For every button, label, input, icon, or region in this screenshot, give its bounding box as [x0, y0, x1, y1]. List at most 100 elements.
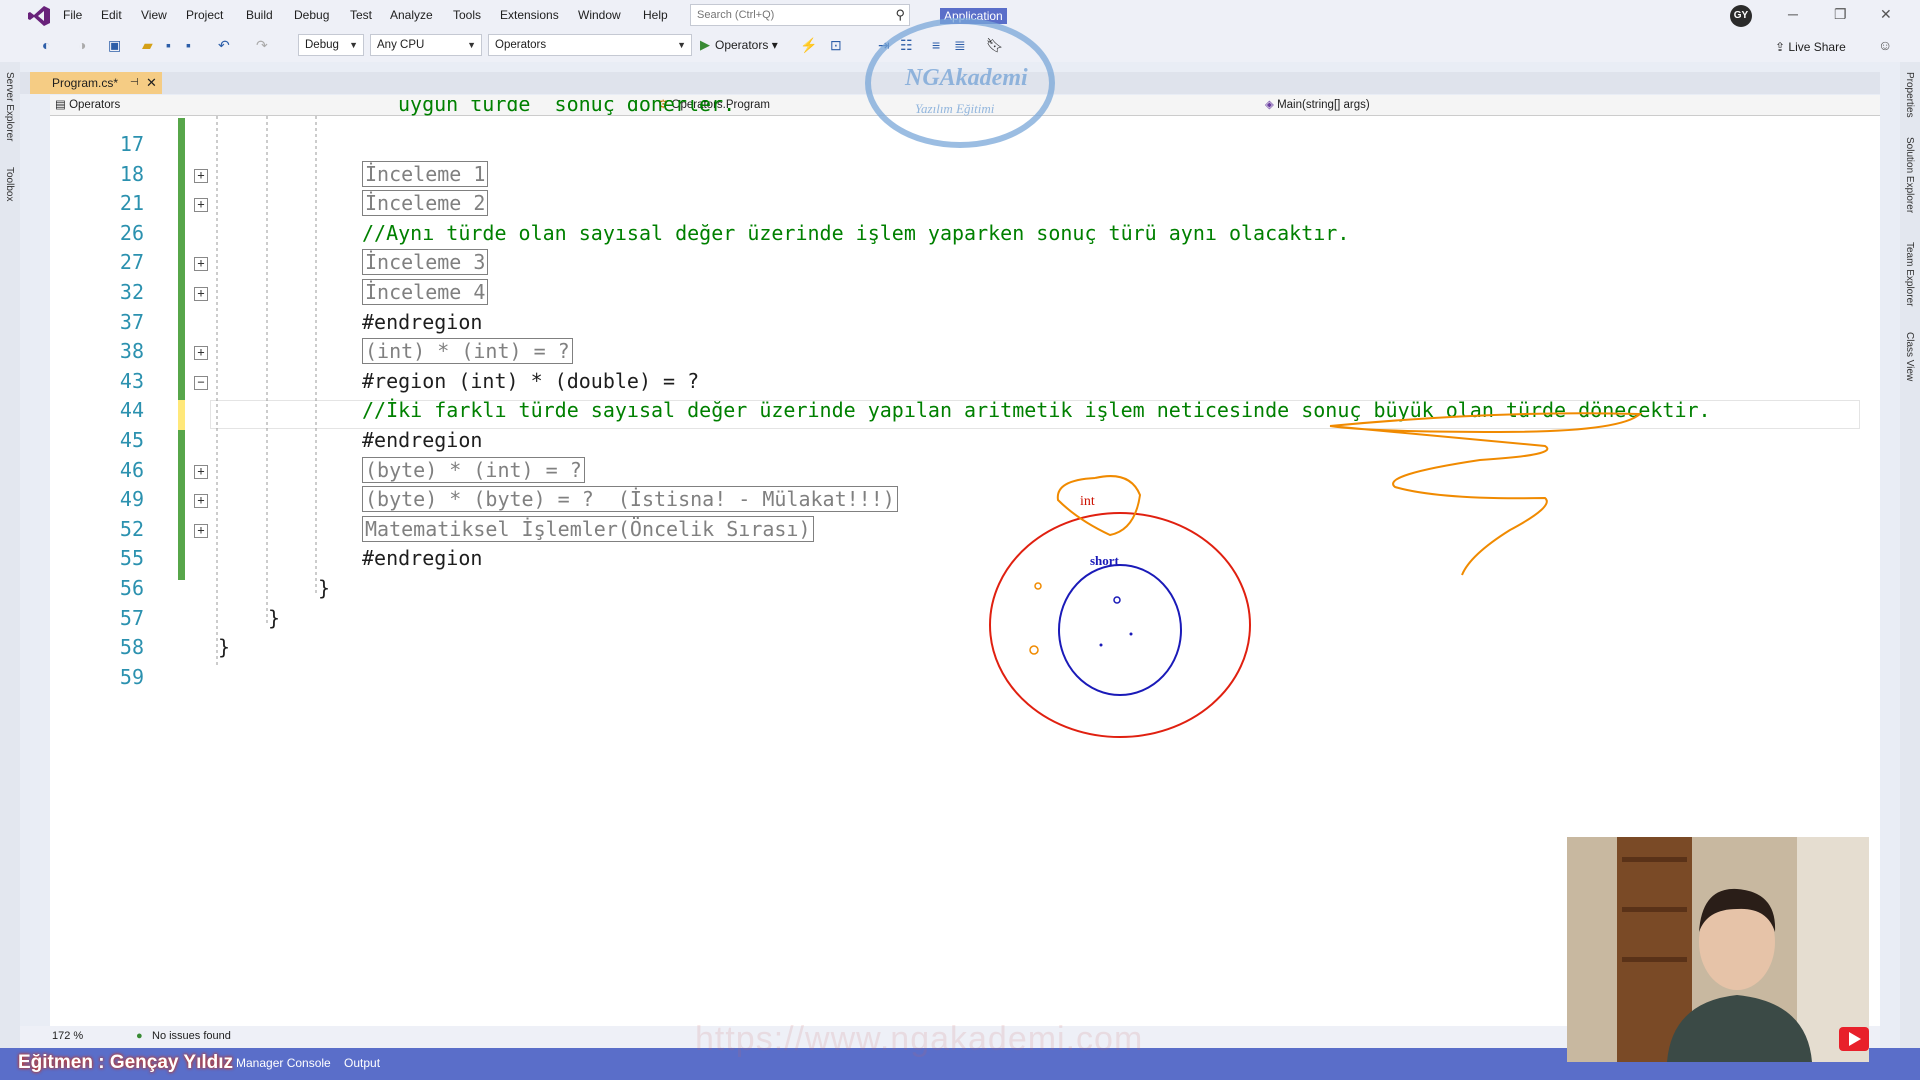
presenter-video-image — [1567, 837, 1869, 1062]
expand-icon[interactable]: + — [194, 198, 208, 213]
config-dropdown[interactable]: Debug ▼ — [298, 34, 364, 56]
avatar[interactable]: GY — [1730, 5, 1752, 27]
back-icon[interactable]: ◐ — [42, 37, 50, 53]
menu-view[interactable]: View — [141, 8, 167, 22]
svg-text:NGAkademi: NGAkademi — [904, 65, 1028, 91]
menu-project[interactable]: Project — [186, 8, 223, 22]
minimize-icon[interactable]: ─ — [1788, 6, 1798, 22]
code-line[interactable]: 21 + İnceleme 2 — [0, 189, 1830, 219]
redo-icon[interactable]: ↷ — [256, 37, 268, 54]
properties-tab[interactable]: Properties — [1904, 72, 1915, 118]
menu-edit[interactable]: Edit — [101, 8, 122, 22]
right-tool-strip: Properties Solution Explorer Team Explor… — [1900, 62, 1920, 1062]
collapse-icon[interactable]: − — [194, 375, 208, 390]
solution-explorer-tab[interactable]: Solution Explorer — [1904, 137, 1915, 213]
screenshot-icon[interactable]: ⊡ — [830, 37, 842, 54]
tab-manager-console[interactable]: Manager Console — [236, 1056, 331, 1070]
code-line[interactable]: 45 #endregion — [0, 426, 1830, 456]
line-number: 55 — [119, 546, 144, 571]
member-nav-dropdown[interactable]: ◈ Main(string[] args) — [1265, 97, 1845, 113]
menu-file[interactable]: File — [63, 8, 82, 22]
code-content: Matematiksel İşlemler(Öncelik Sırası) — [362, 515, 814, 545]
menu-extensions[interactable]: Extensions — [500, 8, 559, 22]
code-line[interactable]: 56} — [0, 574, 1830, 604]
collapsed-region[interactable]: Matematiksel İşlemler(Öncelik Sırası) — [362, 515, 814, 542]
code-line[interactable]: 37 #endregion — [0, 308, 1830, 338]
code-line[interactable]: 52 + Matematiksel İşlemler(Öncelik Sırası) — [0, 515, 1830, 545]
line-number: 43 — [119, 368, 144, 393]
collapsed-region[interactable]: (int) * (int) = ? — [362, 338, 573, 365]
collapsed-region[interactable]: İnceleme 2 — [362, 190, 489, 217]
code-line[interactable]: 38 + (int) * (int) = ? — [0, 337, 1830, 367]
expand-icon[interactable]: + — [194, 346, 208, 361]
live-share-button[interactable]: ⇪ Live Share — [1775, 40, 1846, 54]
menu-build[interactable]: Build — [246, 8, 273, 22]
save-icon[interactable]: ▪ — [166, 37, 171, 53]
search-input[interactable] — [691, 5, 883, 25]
run-button[interactable]: ▶ Operators ▾ — [700, 37, 778, 53]
collapsed-region[interactable]: İnceleme 4 — [362, 279, 489, 305]
line-number: 59 — [119, 664, 144, 689]
expand-icon[interactable]: + — [194, 523, 208, 538]
collapsed-region[interactable]: İnceleme 3 — [362, 249, 489, 276]
startup-project-dropdown[interactable]: Operators ▼ — [488, 34, 692, 56]
collapsed-region[interactable]: İnceleme 1 — [362, 160, 489, 187]
code-line[interactable]: 32 + İnceleme 4 — [0, 278, 1830, 308]
code-content: } — [268, 604, 280, 634]
hot-reload-icon[interactable]: ⚡ — [800, 37, 817, 54]
close-tab-icon[interactable]: ✕ — [146, 72, 157, 94]
code-line[interactable]: 58} — [0, 633, 1830, 663]
expand-icon[interactable]: + — [194, 494, 208, 509]
code-text: #region (int) * (double) = ? — [362, 368, 700, 393]
expand-icon[interactable]: + — [194, 168, 208, 183]
tab-program-cs[interactable]: Program.cs* ⊣ ✕ — [30, 72, 162, 94]
code-content: //Aynı türde olan sayısal değer üzerinde… — [362, 219, 1349, 249]
menu-analyze[interactable]: Analyze — [390, 8, 433, 22]
code-line[interactable]: 18 + İnceleme 1 — [0, 160, 1830, 190]
collapsed-region[interactable]: (byte) * (int) = ? — [362, 456, 585, 483]
line-number: 44 — [119, 398, 144, 423]
collapsed-region[interactable]: (byte) * (byte) = ? (İstisna! - Mülakat!… — [362, 486, 898, 513]
code-line[interactable]: 55 #endregion — [0, 544, 1830, 574]
code-line[interactable]: 49 + (byte) * (byte) = ? (İstisna! - Mülak… — [0, 485, 1830, 515]
code-line[interactable]: 59 — [0, 663, 1830, 693]
zoom-level[interactable]: 172 % — [52, 1030, 83, 1042]
issues-status[interactable]: No issues found — [152, 1030, 231, 1042]
open-folder-icon[interactable]: ▰ — [142, 37, 153, 54]
new-project-icon[interactable]: ▣ — [108, 37, 121, 54]
undo-icon[interactable]: ↶ — [218, 37, 230, 54]
code-content: İnceleme 4 — [362, 278, 489, 308]
code-line[interactable]: 46 + (byte) * (int) = ? — [0, 456, 1830, 486]
platform-value: Any CPU — [377, 39, 425, 51]
expand-icon[interactable]: + — [194, 257, 208, 272]
menu-test[interactable]: Test — [350, 8, 372, 22]
line-number: 49 — [119, 487, 144, 512]
platform-dropdown[interactable]: Any CPU ▼ — [370, 34, 482, 56]
code-line[interactable]: 26 //Aynı türde olan sayısal değer üzerin… — [0, 219, 1830, 249]
code-content: İnceleme 3 — [362, 248, 489, 278]
code-line[interactable]: 27 + İnceleme 3 — [0, 248, 1830, 278]
code-line[interactable]: 43 − #region (int) * (double) = ? — [0, 367, 1830, 397]
visual-studio-logo-icon[interactable] — [27, 5, 51, 27]
code-line[interactable]: 57} — [0, 604, 1830, 634]
line-number: 45 — [119, 428, 144, 452]
tab-output[interactable]: Output — [344, 1056, 380, 1070]
save-all-icon[interactable]: ▪ — [186, 37, 191, 53]
forward-icon[interactable]: ◑ — [78, 37, 86, 53]
pin-icon[interactable]: ⊣ — [130, 72, 139, 94]
expand-icon[interactable]: + — [194, 464, 208, 479]
menu-tools[interactable]: Tools — [453, 8, 481, 22]
menu-debug[interactable]: Debug — [294, 8, 329, 22]
team-explorer-tab[interactable]: Team Explorer — [1904, 242, 1915, 306]
menu-help[interactable]: Help — [643, 8, 668, 22]
code-line[interactable]: 44 //İki farklı türde sayısal değer üzeri… — [0, 396, 1830, 426]
partial-comment-line: uygun türde sonuç dönerler. — [398, 100, 736, 116]
live-share-label: Live Share — [1788, 40, 1846, 54]
class-view-tab[interactable]: Class View — [1904, 332, 1915, 381]
expand-icon[interactable]: + — [194, 287, 208, 301]
menu-window[interactable]: Window — [578, 8, 621, 22]
feedback-icon[interactable]: ☺ — [1878, 37, 1892, 53]
code-content: } — [218, 633, 230, 663]
restore-icon[interactable]: ❐ — [1834, 6, 1847, 23]
close-icon[interactable]: ✕ — [1880, 6, 1892, 23]
